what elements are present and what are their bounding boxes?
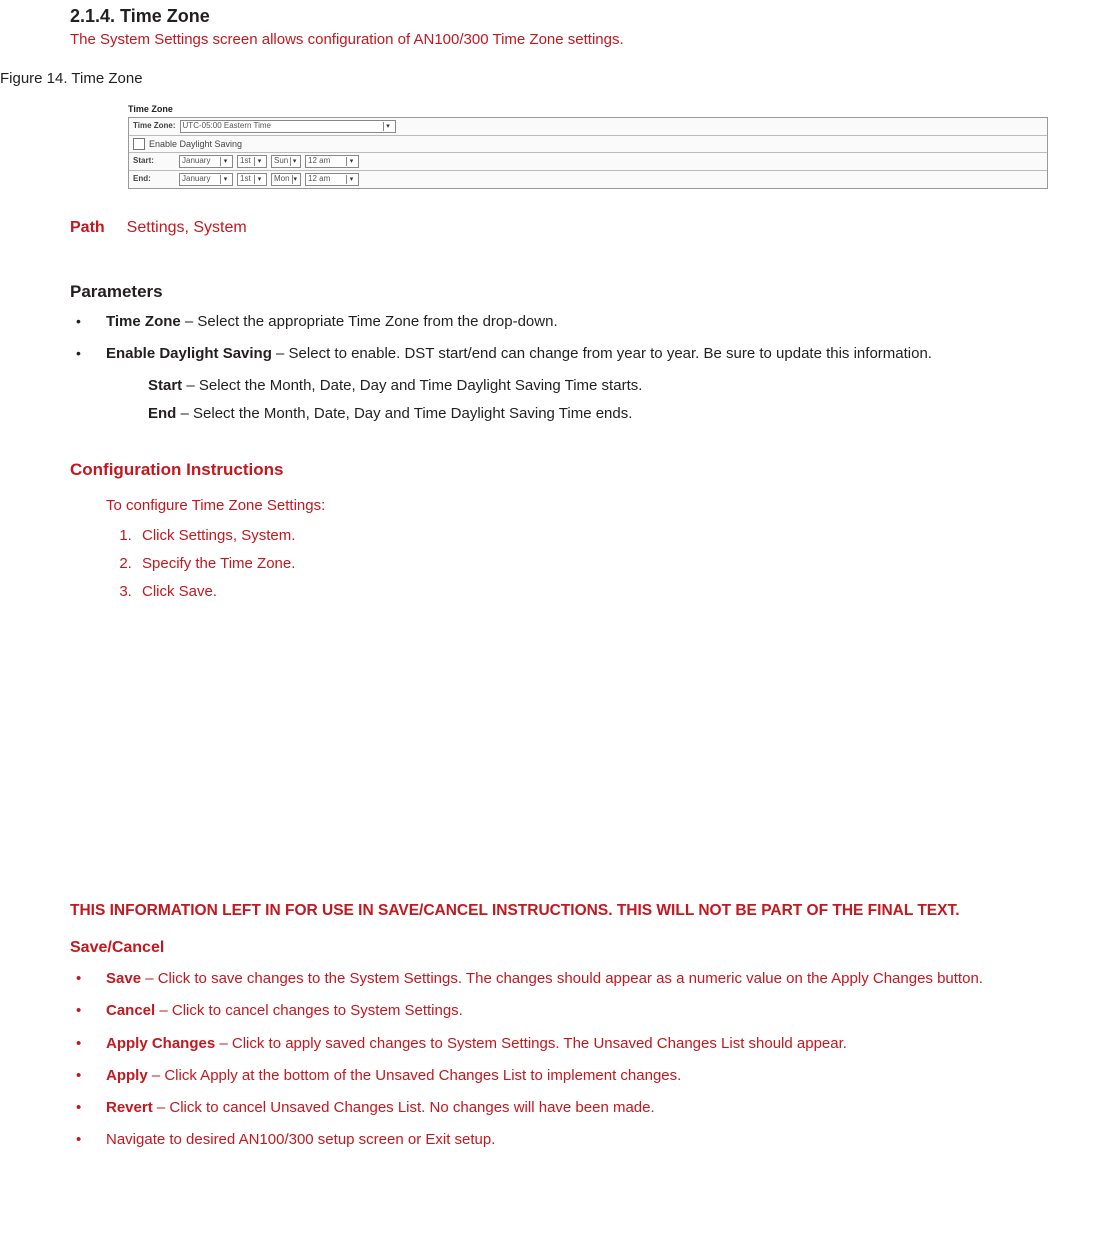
figure-caption: Figure 14. Time Zone bbox=[0, 69, 1093, 89]
chevron-down-icon: ▾ bbox=[290, 157, 298, 166]
param-sub-name: Start bbox=[148, 377, 182, 394]
ss-row-timezone: Time Zone: UTC-05:00 Eastern Time ▾ bbox=[129, 118, 1047, 136]
save-item: Revert – Click to cancel Unsaved Changes… bbox=[70, 1098, 1073, 1118]
save-item-name: Save bbox=[106, 970, 141, 987]
param-dst-end: End – Select the Month, Date, Day and Ti… bbox=[148, 404, 1073, 424]
editorial-note: THIS INFORMATION LEFT IN FOR USE IN SAVE… bbox=[70, 901, 1073, 922]
chevron-down-icon: ▾ bbox=[292, 175, 298, 184]
param-desc: – Select to enable. DST start/end can ch… bbox=[272, 345, 932, 362]
save-item-desc: – Click to save changes to the System Se… bbox=[141, 970, 983, 987]
save-item: Apply Changes – Click to apply saved cha… bbox=[70, 1034, 1073, 1054]
chevron-down-icon: ▾ bbox=[254, 157, 264, 166]
save-item-name: Apply Changes bbox=[106, 1035, 215, 1052]
ss-tz-value: UTC-05:00 Eastern Time bbox=[183, 121, 271, 132]
save-cancel-heading: Save/Cancel bbox=[70, 937, 1073, 959]
save-item: Apply – Click Apply at the bottom of the… bbox=[70, 1066, 1073, 1086]
ss-start-month[interactable]: January▾ bbox=[179, 155, 233, 168]
save-item-name: Revert bbox=[106, 1099, 153, 1116]
param-desc: – Select the appropriate Time Zone from … bbox=[181, 313, 558, 330]
ss-row-start: Start: January▾ 1st▾ Sun▾ 12 am▾ bbox=[129, 153, 1047, 171]
save-item: Cancel – Click to cancel changes to Syst… bbox=[70, 1001, 1073, 1021]
ss-tz-select[interactable]: UTC-05:00 Eastern Time ▾ bbox=[180, 120, 396, 133]
save-item-desc: – Click to cancel changes to System Sett… bbox=[155, 1002, 463, 1019]
chevron-down-icon: ▾ bbox=[220, 175, 230, 184]
parameters-heading: Parameters bbox=[70, 281, 1073, 304]
ss-title: Time Zone bbox=[128, 103, 1048, 115]
ss-start-time[interactable]: 12 am▾ bbox=[305, 155, 359, 168]
save-item: Save – Click to save changes to the Syst… bbox=[70, 969, 1073, 989]
ss-end-date[interactable]: 1st▾ bbox=[237, 173, 267, 186]
ss-box: Time Zone: UTC-05:00 Eastern Time ▾ Enab… bbox=[128, 117, 1048, 189]
param-sub-desc: – Select the Month, Date, Day and Time D… bbox=[182, 377, 642, 394]
param-dst-start: Start – Select the Month, Date, Day and … bbox=[148, 376, 1073, 396]
ss-row-end: End: January▾ 1st▾ Mon▾ 12 am▾ bbox=[129, 171, 1047, 188]
ss-start-date[interactable]: 1st▾ bbox=[237, 155, 267, 168]
save-item-navigate: Navigate to desired AN100/300 setup scre… bbox=[70, 1130, 1073, 1150]
save-item-desc: – Click Apply at the bottom of the Unsav… bbox=[148, 1067, 682, 1084]
chevron-down-icon: ▾ bbox=[346, 175, 356, 184]
save-item-desc: – Click to cancel Unsaved Changes List. … bbox=[153, 1099, 655, 1116]
param-name: Enable Daylight Saving bbox=[106, 345, 272, 362]
path-value: Settings, System bbox=[127, 217, 247, 239]
ss-start-label: Start: bbox=[133, 156, 175, 167]
save-cancel-list: Save – Click to save changes to the Syst… bbox=[70, 969, 1073, 1151]
save-item-desc: Navigate to desired AN100/300 setup scre… bbox=[106, 1131, 495, 1148]
save-item-desc: – Click to apply saved changes to System… bbox=[215, 1035, 847, 1052]
config-steps: Click Settings, System. Specify the Time… bbox=[106, 526, 1073, 603]
path-row: Path Settings, System bbox=[70, 217, 1073, 239]
ss-end-day[interactable]: Mon▾ bbox=[271, 173, 301, 186]
ss-enable-label: Enable Daylight Saving bbox=[149, 138, 242, 150]
section-intro: The System Settings screen allows config… bbox=[70, 30, 1093, 50]
chevron-down-icon: ▾ bbox=[383, 122, 393, 131]
ss-start-day[interactable]: Sun▾ bbox=[271, 155, 301, 168]
config-step: Click Settings, System. bbox=[136, 526, 1073, 546]
config-step: Specify the Time Zone. bbox=[136, 554, 1073, 574]
chevron-down-icon: ▾ bbox=[220, 157, 230, 166]
ss-end-month[interactable]: January▾ bbox=[179, 173, 233, 186]
ss-end-label: End: bbox=[133, 174, 175, 185]
path-label: Path bbox=[70, 217, 105, 239]
param-dst: Enable Daylight Saving – Select to enabl… bbox=[70, 344, 1073, 364]
ss-row-enable: Enable Daylight Saving bbox=[129, 136, 1047, 153]
ss-tz-label: Time Zone: bbox=[133, 121, 176, 132]
config-step: Click Save. bbox=[136, 582, 1073, 602]
chevron-down-icon: ▾ bbox=[254, 175, 264, 184]
section-heading: 2.1.4. Time Zone bbox=[70, 0, 1093, 28]
config-heading: Configuration Instructions bbox=[70, 459, 1073, 482]
parameters-list: Time Zone – Select the appropriate Time … bbox=[70, 312, 1073, 365]
param-timezone: Time Zone – Select the appropriate Time … bbox=[70, 312, 1073, 332]
ss-end-time[interactable]: 12 am▾ bbox=[305, 173, 359, 186]
param-name: Time Zone bbox=[106, 313, 181, 330]
chevron-down-icon: ▾ bbox=[346, 157, 356, 166]
param-sub-name: End bbox=[148, 405, 176, 422]
ss-enable-checkbox[interactable] bbox=[133, 138, 145, 150]
save-item-name: Apply bbox=[106, 1067, 148, 1084]
embedded-screenshot: Time Zone Time Zone: UTC-05:00 Eastern T… bbox=[128, 103, 1048, 189]
config-intro: To configure Time Zone Settings: bbox=[106, 496, 1073, 516]
param-sub-desc: – Select the Month, Date, Day and Time D… bbox=[176, 405, 632, 422]
save-item-name: Cancel bbox=[106, 1002, 155, 1019]
